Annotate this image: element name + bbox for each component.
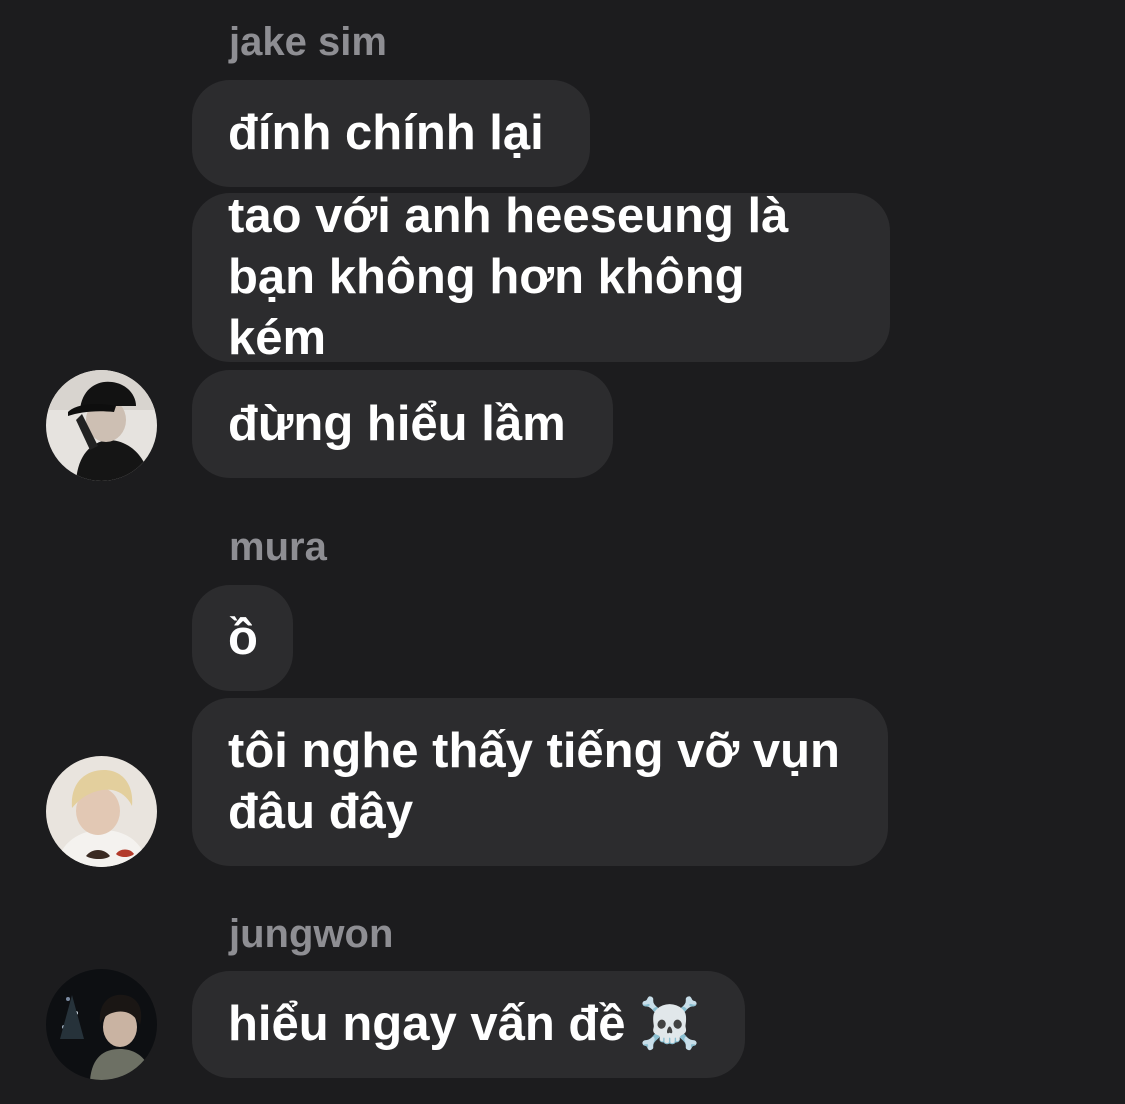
- message-bubble[interactable]: ồ: [192, 585, 293, 691]
- message-bubble[interactable]: hiểu ngay vấn đề ☠️: [192, 971, 745, 1078]
- message-text: tôi nghe thấy tiếng vỡ vụn đâu đây: [228, 724, 840, 839]
- avatar-photo-icon: [46, 756, 157, 867]
- message-text: đính chính lại: [228, 106, 544, 160]
- avatar-jake-sim[interactable]: [46, 370, 157, 481]
- message-bubble[interactable]: tao với anh heeseung là bạn không hơn kh…: [192, 189, 890, 365]
- message-text: hiểu ngay vấn đề ☠️: [228, 997, 701, 1051]
- avatar-photo-icon: [46, 969, 157, 1080]
- avatar-mura[interactable]: [46, 756, 157, 867]
- message-bubble[interactable]: đừng hiểu lầm: [192, 370, 613, 478]
- message-bubble[interactable]: tôi nghe thấy tiếng vỡ vụn đâu đây: [192, 698, 888, 866]
- sender-name-jake-sim: jake sim: [229, 20, 387, 64]
- avatar-photo-icon: [46, 370, 157, 481]
- message-text: ồ: [228, 610, 258, 665]
- message-text: tao với anh heeseung là bạn không hơn kh…: [228, 189, 789, 365]
- message-bubble[interactable]: đính chính lại: [192, 80, 590, 187]
- avatar-jungwon[interactable]: [46, 969, 157, 1080]
- sender-name-mura: mura: [229, 525, 327, 569]
- sender-name-jungwon: jungwon: [229, 912, 394, 956]
- message-text: đừng hiểu lầm: [228, 396, 566, 451]
